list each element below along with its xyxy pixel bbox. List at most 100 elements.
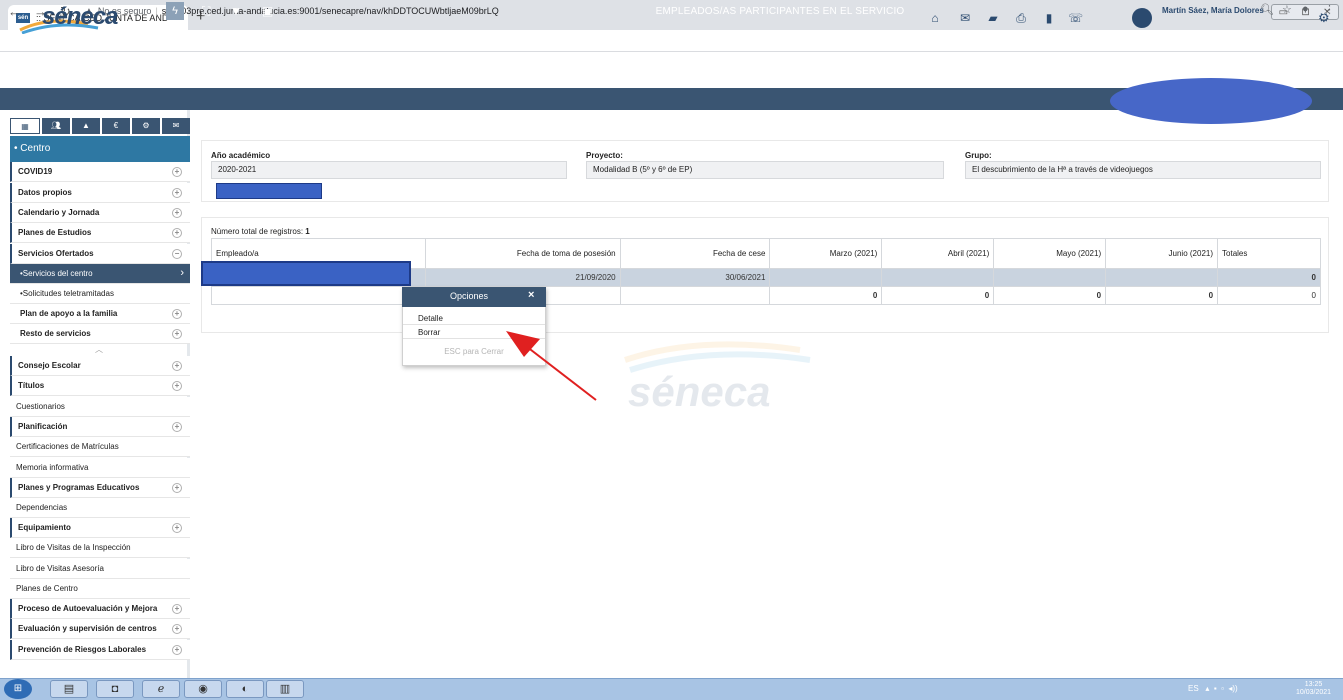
graduation-icon[interactable]: ▲ bbox=[72, 118, 100, 134]
tray-icons[interactable]: ▴ ▪ ▫ ◂)) bbox=[1201, 684, 1237, 693]
popup-close-icon[interactable]: × bbox=[528, 289, 534, 301]
sidebar-item-consejo-escolar[interactable]: Consejo Escolar + bbox=[10, 356, 190, 376]
sidebar-item-planes-programas[interactable]: Planes y Programas Educativos + bbox=[10, 478, 190, 498]
sidebar-item-certificaciones[interactable]: Certificaciones de Matrículas bbox=[10, 437, 190, 457]
phone-icon[interactable]: ☏ bbox=[1068, 11, 1083, 25]
expand-plus-icon[interactable]: + bbox=[172, 381, 182, 391]
sidebar-item-plan-apoyo[interactable]: Plan de apoyo a la familia + bbox=[10, 304, 190, 324]
collapse-minus-icon[interactable]: − bbox=[172, 249, 182, 259]
profile-icon[interactable]: ● bbox=[1302, 3, 1309, 15]
expand-plus-icon[interactable]: + bbox=[172, 167, 182, 177]
sidebar-item-resto-servicios[interactable]: Resto de servicios + bbox=[10, 324, 190, 344]
sidebar-item-dependencias[interactable]: Dependencias bbox=[10, 498, 190, 518]
sidebar-item-covid19[interactable]: COVID19 + bbox=[10, 162, 190, 182]
sidebar-item-memoria[interactable]: Memoria informativa bbox=[10, 458, 190, 478]
collapse-up-icon[interactable]: ︿ bbox=[95, 344, 103, 355]
expand-plus-icon[interactable]: + bbox=[172, 309, 182, 319]
cell-toma[interactable]: 21/09/2020 bbox=[424, 268, 621, 287]
record-count-value: 1 bbox=[305, 227, 310, 236]
expand-icon[interactable]: ⛶ bbox=[202, 4, 210, 19]
sidebar-item-libro-asesoria[interactable]: Libro de Visitas Asesoría bbox=[10, 559, 190, 579]
sidebar-item-cuestionarios[interactable]: Cuestionarios bbox=[10, 397, 190, 417]
building-icon[interactable]: ▦ bbox=[10, 118, 40, 134]
sidebar-section-centro[interactable]: • Centro bbox=[10, 136, 190, 162]
back-arrow-icon[interactable]: ← bbox=[1320, 4, 1332, 18]
outlook-icon[interactable]: ◘ bbox=[96, 680, 134, 698]
col-header-totales[interactable]: Totales bbox=[1217, 238, 1321, 269]
cell-cese[interactable]: 30/06/2021 bbox=[619, 268, 771, 287]
sidebar-item-titulos[interactable]: Títulos + bbox=[10, 376, 190, 396]
col-header-junio[interactable]: Junio (2021) bbox=[1105, 238, 1219, 269]
expand-plus-icon[interactable]: + bbox=[172, 228, 182, 238]
sidebar-item-planes-centro[interactable]: Planes de Centro bbox=[10, 579, 190, 599]
sidebar-item-evaluacion-supervision[interactable]: Evaluación y supervisión de centros + bbox=[10, 619, 190, 639]
sidebar-item-prevencion-riesgos[interactable]: Prevención de Riesgos Laborales + bbox=[10, 640, 190, 660]
sidebar-item-equipamiento[interactable]: Equipamiento + bbox=[10, 518, 190, 538]
clock[interactable]: 13:25 10/03/2021 bbox=[1296, 681, 1331, 697]
sidebar-item-datos-propios[interactable]: Datos propios + bbox=[10, 183, 190, 203]
expand-plus-icon[interactable]: + bbox=[172, 624, 182, 634]
document-icon[interactable]: ▥ bbox=[266, 680, 304, 698]
col-header-cese[interactable]: Fecha de cese bbox=[619, 238, 771, 269]
sidebar-item-calendario[interactable]: Calendario y Jornada + bbox=[10, 203, 190, 223]
sidebar-item-planificacion[interactable]: Planificación + bbox=[10, 417, 190, 437]
settings-icon[interactable]: ⚙ bbox=[132, 118, 160, 134]
col-header-marzo[interactable]: Marzo (2021) bbox=[769, 238, 883, 269]
sidebar-item-autoevaluacion[interactable]: Proceso de Autoevaluación y Mejora + bbox=[10, 599, 190, 619]
system-tray[interactable]: ES ▴ ▪ ▫ ◂)) bbox=[1188, 684, 1238, 693]
expand-plus-icon[interactable]: + bbox=[172, 645, 182, 655]
language-indicator[interactable]: ES bbox=[1188, 684, 1199, 693]
cell-abril[interactable] bbox=[881, 268, 995, 287]
documents-icon[interactable]: ▮ bbox=[1042, 11, 1056, 25]
expand-plus-icon[interactable]: + bbox=[172, 523, 182, 533]
expand-plus-icon[interactable]: + bbox=[172, 361, 182, 371]
ie-icon[interactable]: ℯ bbox=[142, 680, 180, 698]
expand-plus-icon[interactable]: + bbox=[172, 604, 182, 614]
popup-item-detalle[interactable]: Detalle bbox=[403, 312, 545, 325]
col-header-toma[interactable]: Fecha de toma de posesión bbox=[424, 238, 621, 269]
sidebar-item-label: Calendario y Jornada bbox=[18, 208, 100, 217]
cell-mayo[interactable] bbox=[993, 268, 1107, 287]
expand-plus-icon[interactable]: + bbox=[172, 329, 182, 339]
sidebar-item-servicios-ofertados[interactable]: Servicios Ofertados − bbox=[10, 244, 190, 264]
col-header-abril[interactable]: Abril (2021) bbox=[881, 238, 995, 269]
expand-plus-icon[interactable]: + bbox=[172, 483, 182, 493]
expand-plus-icon[interactable]: + bbox=[172, 188, 182, 198]
anio-field[interactable]: 2020-2021 bbox=[211, 161, 567, 179]
seneca-logo[interactable]: séneca bbox=[42, 3, 118, 31]
pdf-icon[interactable]: ▣ bbox=[262, 4, 273, 18]
euro-icon[interactable]: € bbox=[102, 118, 130, 134]
sidebar-item-libro-inspeccion[interactable]: Libro de Visitas de la Inspección bbox=[10, 538, 190, 558]
sidebar-item-planes-estudios[interactable]: Planes de Estudios + bbox=[10, 223, 190, 243]
app-header bbox=[0, 52, 1343, 88]
col-header-mayo[interactable]: Mayo (2021) bbox=[993, 238, 1107, 269]
explorer-icon[interactable]: ▤ bbox=[50, 680, 88, 698]
sidebar-item-servicios-centro[interactable]: •Servicios del centro › bbox=[10, 264, 190, 284]
envelope-icon[interactable]: ✉ bbox=[162, 118, 190, 134]
sidebar-item-label: Equipamiento bbox=[18, 523, 71, 532]
redaction-box bbox=[216, 183, 322, 199]
people-icon[interactable]: 👥︎ bbox=[42, 118, 70, 134]
expand-plus-icon[interactable]: + bbox=[172, 208, 182, 218]
cell-junio[interactable] bbox=[1105, 268, 1219, 287]
sidebar-item-label: Servicios Ofertados bbox=[18, 249, 94, 258]
user-avatar[interactable] bbox=[1132, 8, 1152, 28]
chrome-icon[interactable]: ◉ bbox=[184, 680, 222, 698]
sidebar-item-label: Planificación bbox=[18, 422, 68, 431]
totals-mayo: 0 bbox=[993, 286, 1107, 305]
proyecto-field[interactable]: Modalidad B (5º y 6º de EP) bbox=[586, 161, 944, 179]
lightning-icon[interactable]: ϟ bbox=[166, 2, 184, 20]
address-bar bbox=[0, 30, 1343, 52]
grupo-field[interactable]: El descubrimiento de la Hª a través de v… bbox=[965, 161, 1321, 179]
cell-total[interactable]: 0 bbox=[1217, 268, 1321, 287]
user-name[interactable]: Martín Sáez, María Dolores bbox=[1162, 6, 1264, 15]
sidebar-item-label: Cuestionarios bbox=[16, 402, 65, 411]
expand-plus-icon[interactable]: + bbox=[172, 422, 182, 432]
filter-icon[interactable]: ▼ bbox=[230, 4, 242, 18]
start-button-icon[interactable]: ⊞ bbox=[4, 679, 32, 699]
app-icon[interactable]: ◐ bbox=[226, 680, 264, 698]
bookmark-star-icon[interactable]: ☆ bbox=[1282, 3, 1292, 16]
vertical-menu-icon[interactable]: ⋮ bbox=[8, 4, 20, 18]
cell-marzo[interactable] bbox=[769, 268, 883, 287]
sidebar-item-solicitudes[interactable]: •Solicitudes teletramitadas bbox=[10, 284, 190, 304]
